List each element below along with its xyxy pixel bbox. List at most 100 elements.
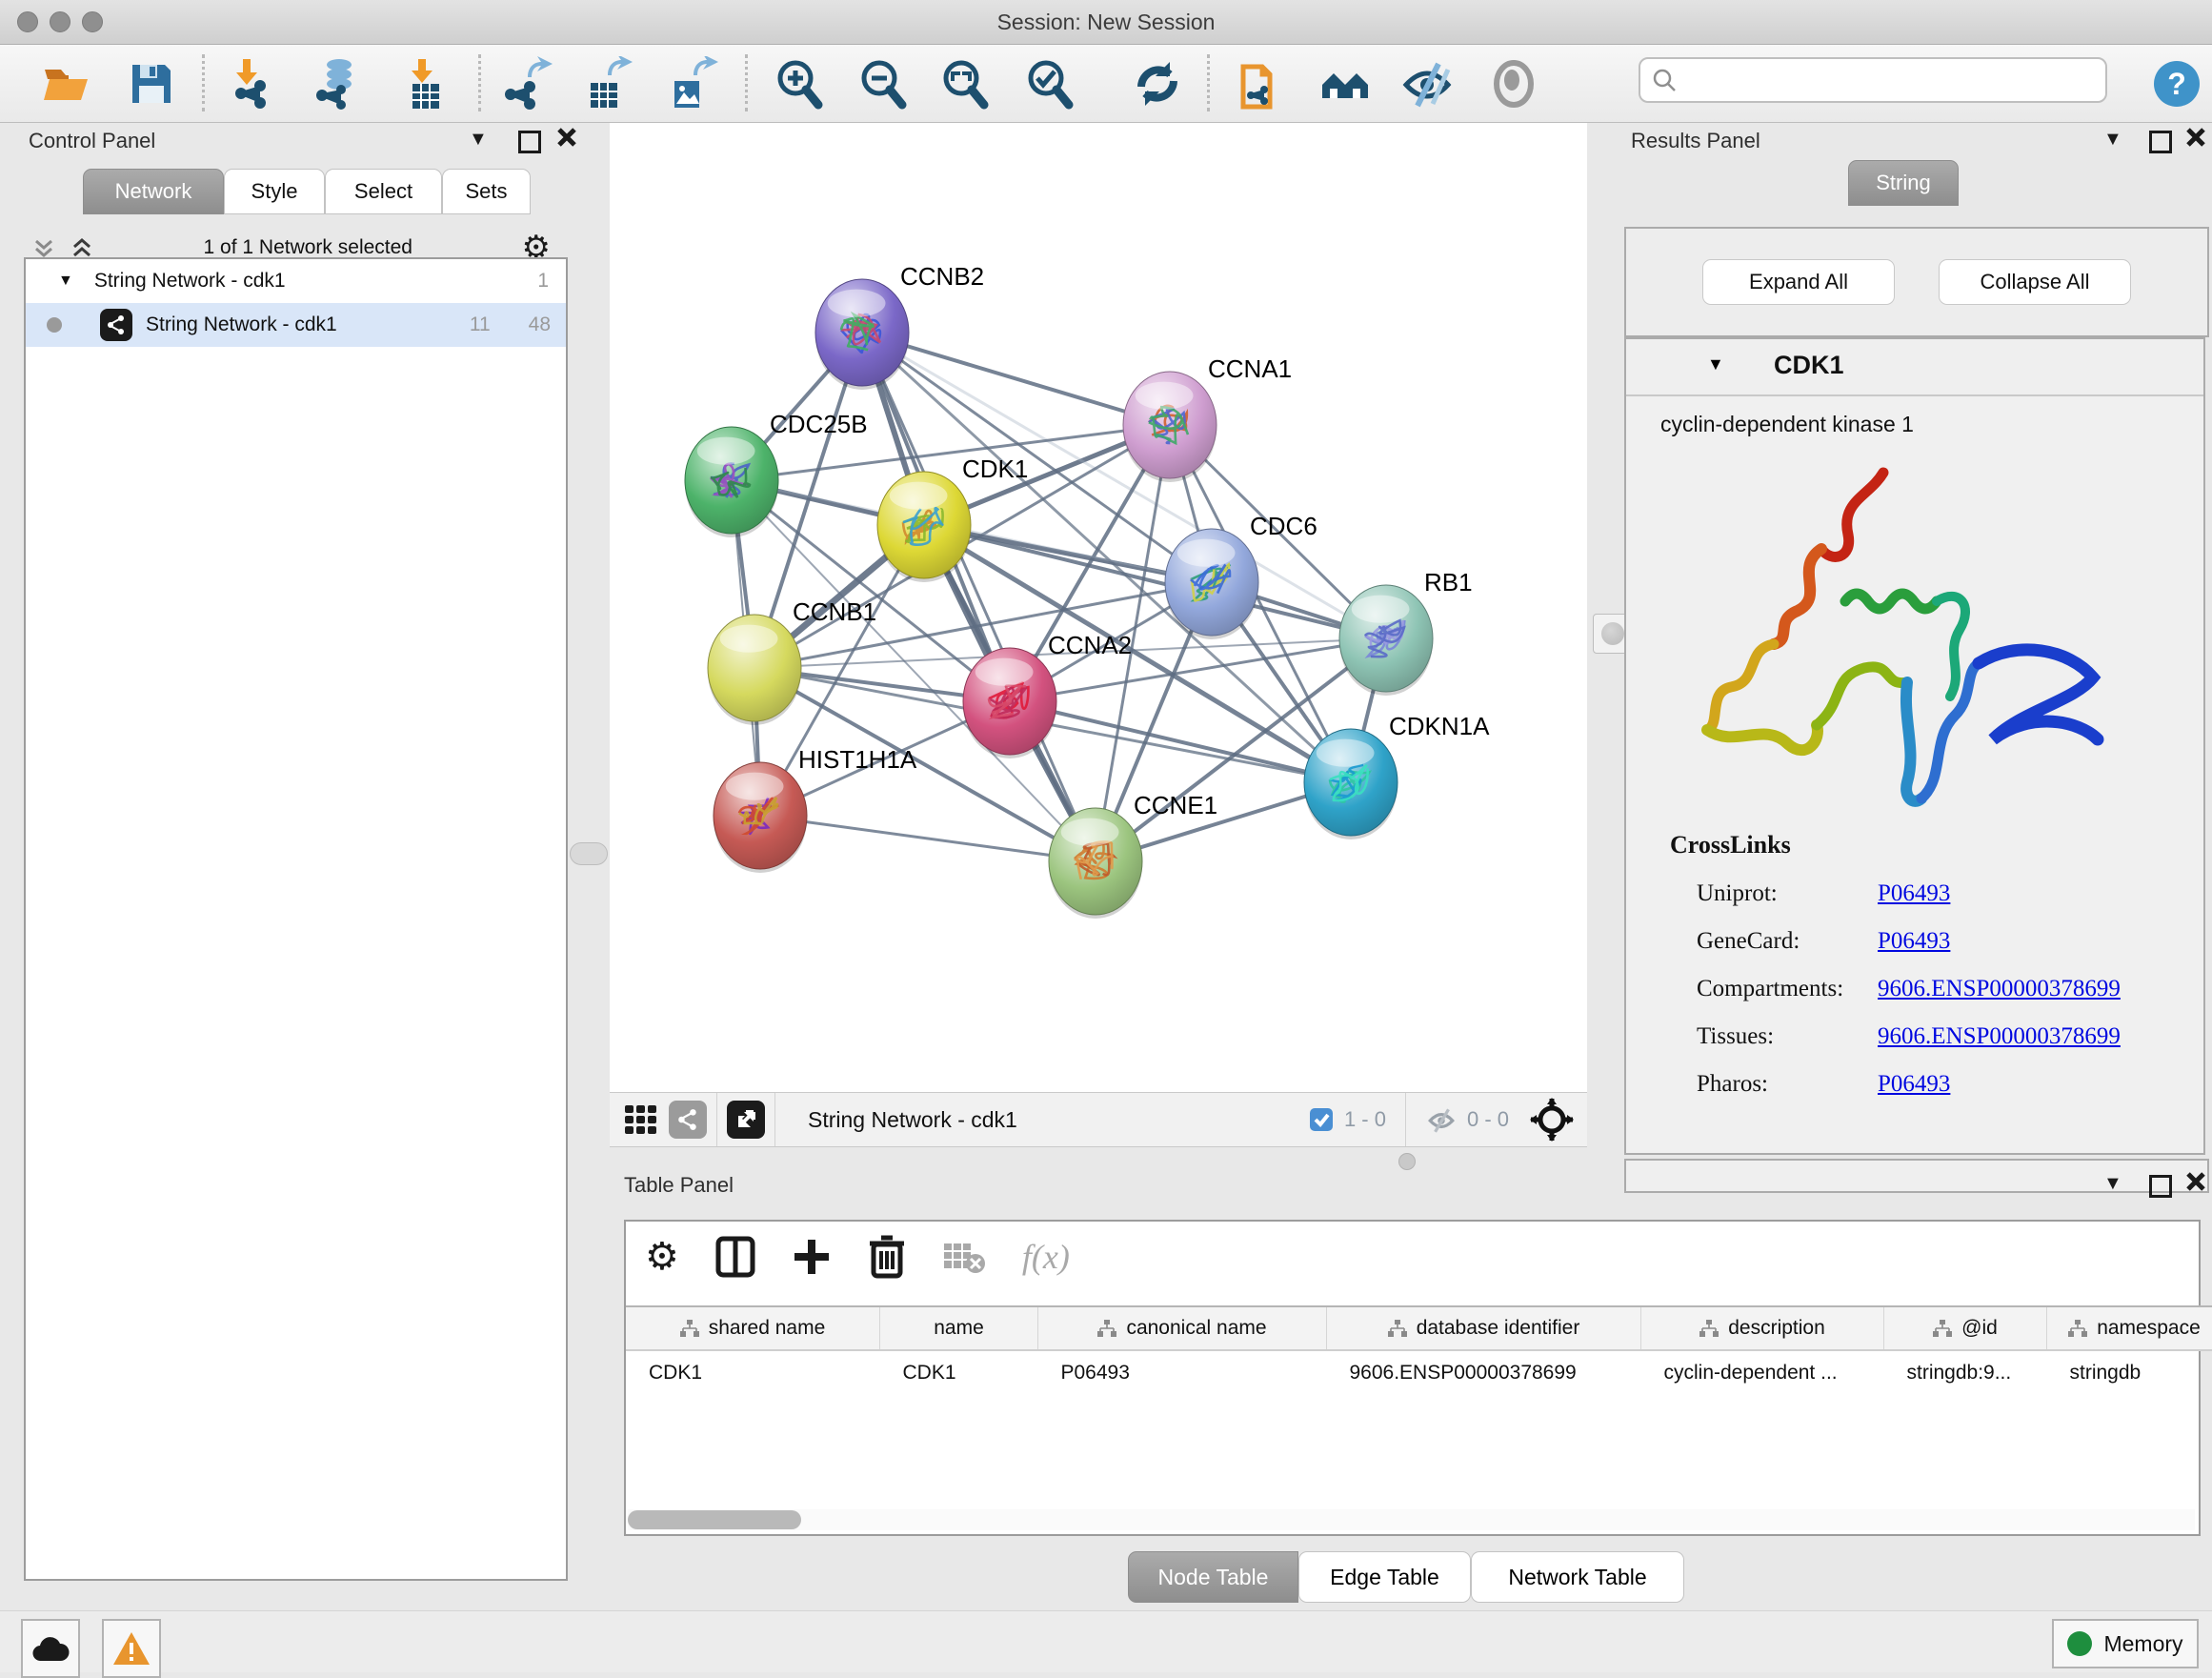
zoom-out-icon[interactable] <box>855 56 911 111</box>
memory-button[interactable]: Memory <box>2052 1619 2199 1668</box>
panel-close-icon[interactable] <box>556 127 577 148</box>
first-neighbors-icon[interactable] <box>1318 56 1374 111</box>
help-icon[interactable]: ? <box>2149 56 2204 111</box>
zoom-in-icon[interactable] <box>772 56 827 111</box>
import-network-database-icon[interactable] <box>310 56 365 111</box>
table-horizontal-scrollbar[interactable] <box>628 1509 2195 1530</box>
edge-CCNE1-HIST1H1A[interactable] <box>760 816 1096 861</box>
cloud-icon[interactable] <box>21 1619 80 1678</box>
panel-dropdown-icon[interactable]: ▼ <box>2103 1173 2122 1195</box>
table-row[interactable]: CDK1CDK1P064939606.ENSP00000378699cyclin… <box>626 1350 2212 1395</box>
crosslink-link[interactable]: 9606.ENSP00000378699 <box>1878 1023 2121 1050</box>
show-hide-icon[interactable] <box>1400 56 1456 111</box>
open-in-string-icon[interactable] <box>1235 56 1290 111</box>
refresh-icon[interactable] <box>1130 56 1185 111</box>
left-splitter-handle[interactable] <box>570 842 608 865</box>
node-CDC6[interactable]: CDC6 <box>1165 512 1317 639</box>
search-icon <box>1652 68 1677 92</box>
tab-network-table[interactable]: Network Table <box>1471 1551 1684 1603</box>
import-table-icon[interactable] <box>398 56 453 111</box>
node-CCNB1[interactable]: CCNB1 <box>708 597 876 725</box>
node-RB1[interactable]: RB1 <box>1339 568 1473 696</box>
function-builder-icon[interactable]: f(x) <box>1022 1237 1070 1277</box>
tab-style[interactable]: Style <box>224 169 325 214</box>
column-header-name[interactable]: name <box>880 1306 1038 1350</box>
column-header-canonicalname[interactable]: canonical name <box>1038 1306 1327 1350</box>
table-cell[interactable]: stringdb <box>2047 1350 2212 1395</box>
column-header-description[interactable]: description <box>1641 1306 1884 1350</box>
panel-float-icon[interactable] <box>2149 131 2172 153</box>
title-bar: Session: New Session <box>0 0 2212 45</box>
node-HIST1H1A[interactable]: HIST1H1A <box>714 745 917 873</box>
panel-dropdown-icon[interactable]: ▼ <box>469 129 488 151</box>
open-file-icon[interactable] <box>38 56 93 111</box>
search-field[interactable] <box>1639 57 2107 103</box>
crosslink-link[interactable]: P06493 <box>1878 1071 1950 1098</box>
tree-expander-icon[interactable]: ▼ <box>58 273 73 290</box>
delete-table-icon[interactable] <box>942 1240 986 1274</box>
column-header-namespace[interactable]: namespace <box>2047 1306 2212 1350</box>
panel-close-icon[interactable] <box>2185 1171 2206 1192</box>
crosslink-link[interactable]: P06493 <box>1878 928 1950 955</box>
tab-edge-table[interactable]: Edge Table <box>1298 1551 1471 1603</box>
network-graph[interactable]: CCNB2CCNA1CDC25BCDK1CDC6RB1CCNB1CCNA2CDK… <box>610 123 1587 1092</box>
table-cell[interactable]: stringdb:9... <box>1884 1350 2047 1395</box>
node-CCNB2[interactable]: CCNB2 <box>815 262 984 390</box>
node-CDK1[interactable]: CDK1 <box>877 455 1028 582</box>
crosslink-link[interactable]: 9606.ENSP00000378699 <box>1878 976 2121 1002</box>
export-table-icon[interactable] <box>579 56 634 111</box>
selected-checkbox-icon[interactable] <box>1308 1106 1335 1133</box>
crosslink-link[interactable]: P06493 <box>1878 880 1950 907</box>
export-network-icon[interactable] <box>499 56 554 111</box>
table-cell[interactable]: CDK1 <box>626 1350 880 1395</box>
panel-dropdown-icon[interactable]: ▼ <box>2103 129 2122 151</box>
network-row[interactable]: String Network - cdk1 11 48 <box>26 303 566 347</box>
save-session-icon[interactable] <box>124 56 179 111</box>
node-CDKN1A[interactable]: CDKN1A <box>1304 712 1490 839</box>
delete-column-icon[interactable] <box>868 1235 906 1279</box>
network-canvas[interactable]: CCNB2CCNA1CDC25BCDK1CDC6RB1CCNB1CCNA2CDK… <box>610 123 1587 1092</box>
hidden-eye-icon[interactable] <box>1425 1105 1458 1134</box>
tab-network[interactable]: Network <box>83 169 224 214</box>
edge-CCNB2-CCNE1[interactable] <box>862 333 1096 861</box>
table-cell[interactable]: P06493 <box>1038 1350 1327 1395</box>
panel-close-icon[interactable] <box>2185 127 2206 148</box>
tab-select[interactable]: Select <box>325 169 442 214</box>
warning-icon[interactable] <box>102 1619 161 1678</box>
search-input[interactable] <box>1677 68 2090 92</box>
scrollbar-thumb[interactable] <box>628 1510 801 1529</box>
table-cell[interactable]: 9606.ENSP00000378699 <box>1327 1350 1641 1395</box>
network-view-share-icon[interactable] <box>669 1101 707 1139</box>
collapse-all-button[interactable]: Collapse All <box>1939 259 2131 305</box>
add-column-icon[interactable] <box>792 1237 832 1277</box>
table-cell[interactable]: CDK1 <box>880 1350 1038 1395</box>
tab-node-table[interactable]: Node Table <box>1128 1551 1298 1603</box>
zoom-fit-icon[interactable] <box>937 56 993 111</box>
edge-CCNB2-CCNA1[interactable] <box>862 333 1170 425</box>
grid-view-icon[interactable] <box>623 1102 659 1138</box>
gene-section-header[interactable]: ▼ CDK1 <box>1626 339 2203 396</box>
column-header-databaseidentifier[interactable]: database identifier <box>1327 1306 1641 1350</box>
network-collection-row[interactable]: ▼ String Network - cdk1 1 <box>26 259 566 303</box>
results-buttons-box: Expand All Collapse All <box>1624 227 2209 337</box>
panel-float-icon[interactable] <box>518 131 541 153</box>
show-columns-icon[interactable] <box>715 1236 755 1278</box>
table-cell[interactable]: cyclin-dependent ... <box>1641 1350 1884 1395</box>
tab-sets[interactable]: Sets <box>442 169 531 214</box>
expand-all-button[interactable]: Expand All <box>1702 259 1895 305</box>
zoom-selected-icon[interactable] <box>1022 56 1077 111</box>
tab-string[interactable]: String <box>1848 160 1959 206</box>
import-network-file-icon[interactable] <box>227 56 282 111</box>
column-header-sharedname[interactable]: shared name <box>626 1306 880 1350</box>
crosslink-label: Uniprot: <box>1670 880 1878 907</box>
panel-float-icon[interactable] <box>2149 1175 2172 1198</box>
column-header-id[interactable]: @id <box>1884 1306 2047 1350</box>
export-image-icon[interactable] <box>663 56 718 111</box>
node-CDC25B[interactable]: CDC25B <box>685 410 868 537</box>
detach-view-icon[interactable] <box>727 1101 765 1139</box>
edge-CCNA2-CDKN1A[interactable] <box>1010 701 1351 782</box>
table-gear-icon[interactable]: ⚙ <box>645 1235 679 1279</box>
fit-content-icon[interactable] <box>1530 1098 1574 1142</box>
section-expander-icon[interactable]: ▼ <box>1707 354 1724 374</box>
preview-eye-icon[interactable] <box>1486 56 1541 111</box>
